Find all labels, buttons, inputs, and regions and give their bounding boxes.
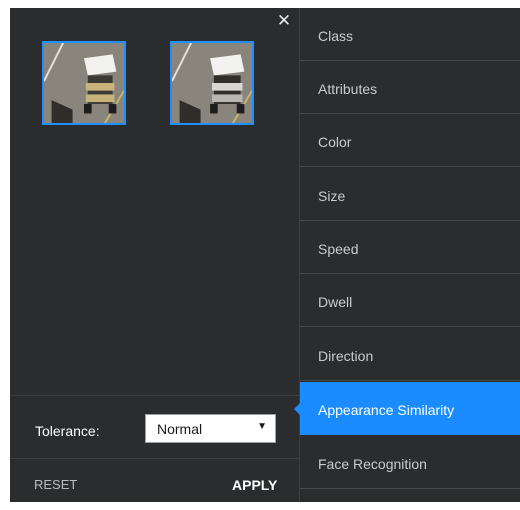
menu-item-label: Class (318, 28, 354, 44)
menu-item-face-recognition[interactable]: Face Recognition (300, 436, 520, 489)
menu-item-attributes[interactable]: Attributes (300, 61, 520, 114)
menu-item-size[interactable]: Size (300, 168, 520, 221)
menu-item-dwell[interactable]: Dwell (300, 274, 520, 327)
filter-menu: Class Attributes Color Size Speed Dwell … (294, 8, 520, 502)
tolerance-value: Normal (157, 421, 203, 437)
menu-item-label: Appearance Similarity (318, 402, 455, 418)
menu-item-appearance-similarity[interactable]: Appearance Similarity (294, 382, 520, 435)
panel-footer: RESET APPLY (10, 458, 299, 502)
similarity-panel: ✕ Tolerance: Normal ▼ RESET APPLY (10, 8, 299, 502)
menu-item-direction[interactable]: Direction (300, 328, 520, 381)
menu-item-label: Face Recognition (318, 456, 427, 472)
menu-item-label: Dwell (318, 294, 353, 310)
menu-item-label: Attributes (318, 81, 378, 97)
tolerance-select[interactable]: Normal ▼ (145, 414, 276, 443)
menu-item-color[interactable]: Color (300, 114, 520, 167)
active-pointer-icon (294, 402, 301, 416)
menu-item-label: Color (318, 134, 352, 150)
golf-cart-image (44, 43, 124, 123)
menu-item-class[interactable]: Class (300, 8, 520, 61)
close-icon[interactable]: ✕ (275, 12, 293, 30)
menu-item-label: Direction (318, 348, 374, 364)
tolerance-label: Tolerance: (35, 423, 100, 439)
menu-item-label: Speed (318, 241, 359, 257)
reference-thumbnail-1[interactable] (42, 41, 126, 125)
golf-cart-image (172, 43, 252, 123)
apply-button[interactable]: APPLY (232, 477, 277, 493)
reference-thumbnail-2[interactable] (170, 41, 254, 125)
reset-button[interactable]: RESET (34, 477, 77, 492)
menu-item-speed[interactable]: Speed (300, 221, 520, 274)
chevron-down-icon: ▼ (257, 421, 267, 432)
menu-item-label: Size (318, 188, 346, 204)
filter-dialog: ✕ Tolerance: Normal ▼ RESET APPLY Class … (10, 8, 520, 502)
tolerance-row: Tolerance: Normal ▼ (10, 395, 299, 458)
